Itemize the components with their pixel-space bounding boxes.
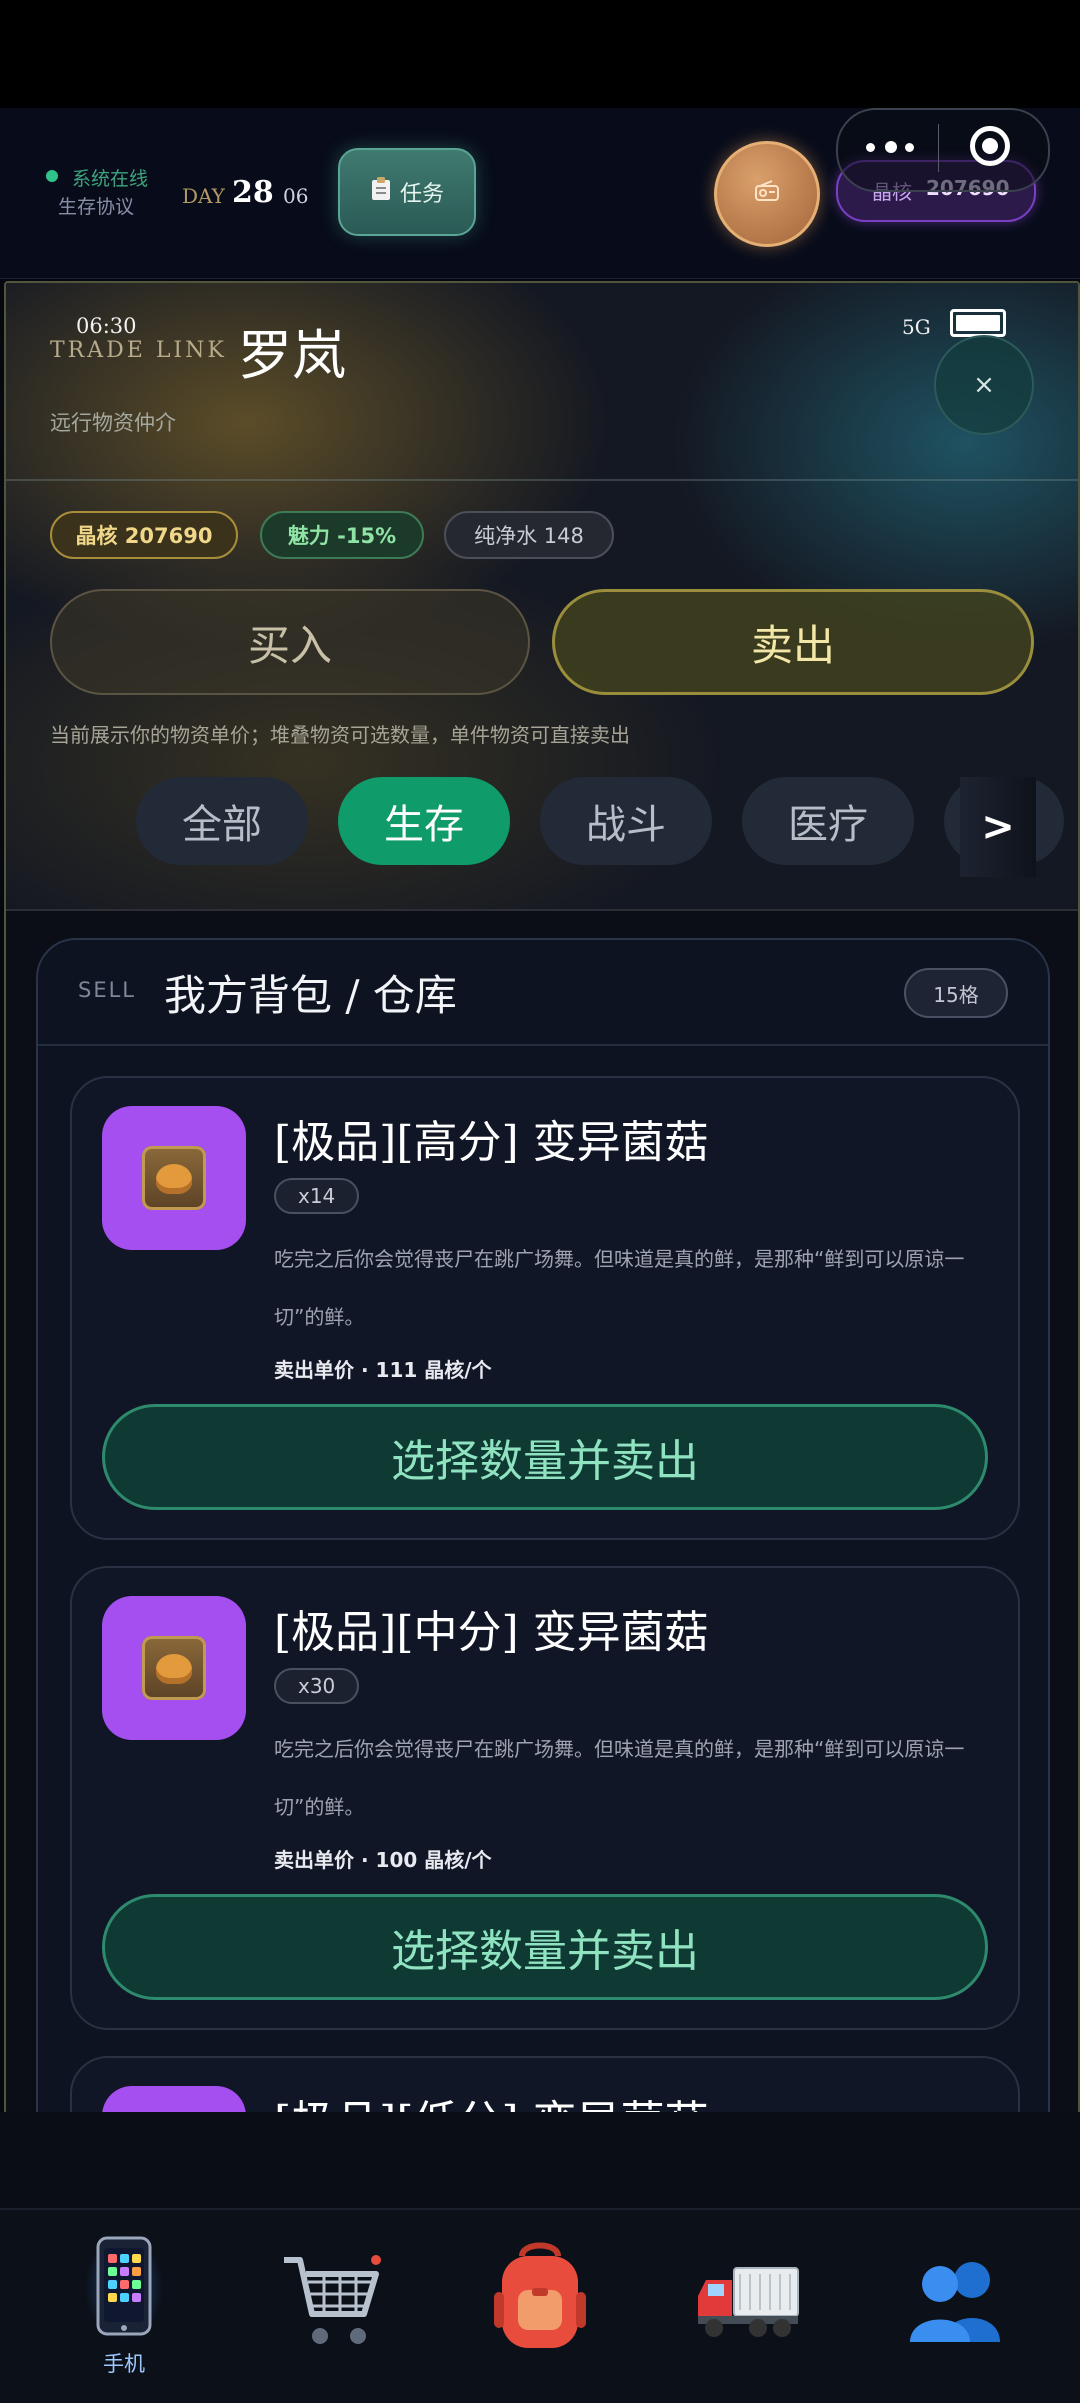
system-online-label: 系统在线: [72, 168, 149, 190]
item-card: [极品][中分] 变异菌菇 x30 吃完之后你会觉得丧尸在跳广场舞。但味道是真的…: [70, 1566, 1020, 2030]
category-scroll-arrow-icon[interactable]: >: [960, 777, 1036, 877]
day-sub: 06: [283, 184, 309, 208]
phone-icon: [96, 2236, 152, 2336]
sell-quantity-button[interactable]: 选择数量并卖出: [102, 1404, 988, 1510]
header-bottom-divider: [6, 909, 1078, 911]
item-name: [极品][中分] 变异菌菇: [274, 1607, 709, 1658]
npc-name: 罗岚: [238, 324, 346, 387]
mushroom-basket-icon: [102, 1106, 246, 1250]
item-price: 卖出单价 · 111 晶核/个: [274, 1358, 492, 1382]
header-divider: [6, 479, 1078, 481]
sell-quantity-button[interactable]: 选择数量并卖出: [102, 1894, 988, 2000]
network-label: 5G: [902, 315, 931, 339]
item-desc: 吃完之后你会觉得丧尸在跳广场舞。但味道是真的鲜，是那种“鲜到可以原谅一切”的鲜。: [274, 1737, 965, 1819]
nav-label-phone: 手机: [103, 2352, 145, 2376]
item-price: 卖出单价 · 100 晶核/个: [274, 1848, 492, 1872]
mushroom-basket-icon: [102, 2086, 246, 2113]
buy-tab[interactable]: 买入: [50, 589, 530, 695]
people-icon: [910, 2262, 1000, 2342]
inventory-card: SELL 我方背包 / 仓库 15格 [极品][高分] 变异菌菇 x14 吃完之…: [36, 938, 1050, 2113]
day-label: DAY: [182, 184, 225, 208]
item-card: [极品][低分] 变异菌菇: [70, 2056, 1020, 2113]
close-button[interactable]: ×: [934, 335, 1034, 435]
inventory-divider: [38, 1044, 1048, 1046]
task-button[interactable]: 任务: [338, 148, 476, 236]
category-all[interactable]: 全部: [136, 777, 308, 865]
clock-time: 06:30: [76, 314, 137, 338]
charm-chip: 魅力 -15%: [260, 511, 424, 559]
survival-protocol-label: 生存协议: [58, 196, 135, 218]
item-desc: 吃完之后你会觉得丧尸在跳广场舞。但味道是真的鲜，是那种“鲜到可以原谅一切”的鲜。: [274, 1247, 965, 1329]
item-card: [极品][高分] 变异菌菇 x14 吃完之后你会觉得丧尸在跳广场舞。但味道是真的…: [70, 1076, 1020, 1540]
radio-button[interactable]: [714, 141, 820, 247]
capsule-divider: [938, 124, 939, 172]
clipboard-icon: [370, 176, 392, 208]
battery-icon: [950, 309, 1006, 337]
item-qty: x14: [274, 1178, 360, 1214]
core-chip: 晶核 207690: [50, 511, 238, 559]
mode-hint: 当前展示你的物资单价；堆叠物资可选数量，单件物资可直接卖出: [50, 723, 630, 747]
slots-badge: 15格: [904, 968, 1008, 1018]
radio-icon: [754, 179, 780, 209]
panel-footer: [0, 2112, 1080, 2208]
sell-tag: SELL: [78, 978, 136, 1002]
more-icon[interactable]: [866, 136, 914, 158]
water-chip: 纯净水 148: [444, 511, 614, 559]
category-survival[interactable]: 生存: [338, 777, 510, 865]
nav-item-shop[interactable]: [224, 2210, 440, 2403]
trade-panel: 06:30 TRADE LINK 罗岚 远行物资仲介 5G × 晶核 20769…: [4, 281, 1080, 2115]
shopping-cart-icon: [284, 2255, 381, 2344]
category-medical[interactable]: 医疗: [742, 777, 914, 865]
npc-role: 远行物资仲介: [50, 411, 176, 435]
nav-item-truck[interactable]: [640, 2210, 856, 2403]
status-bar: [0, 0, 1080, 108]
nav-item-backpack[interactable]: [432, 2210, 648, 2403]
item-qty: x30: [274, 1668, 360, 1704]
category-combat[interactable]: 战斗: [540, 777, 712, 865]
brand-label: TRADE LINK: [50, 338, 227, 363]
item-name: [极品][高分] 变异菌菇: [274, 1117, 709, 1168]
truck-icon: [698, 2267, 799, 2337]
close-mini-program-icon[interactable]: [970, 126, 1010, 166]
backpack-icon: [494, 2242, 586, 2348]
nav-item-team[interactable]: [848, 2210, 1064, 2403]
sell-tab[interactable]: 卖出: [552, 589, 1034, 695]
mushroom-basket-icon: [102, 1596, 246, 1740]
inventory-title: 我方背包 / 仓库: [164, 971, 457, 1020]
online-dot-icon: [46, 170, 58, 182]
bottom-nav: 手机: [0, 2208, 1080, 2403]
day-number: 28: [232, 175, 274, 210]
task-label: 任务: [399, 182, 444, 207]
item-name: [极品][低分] 变异菌菇: [274, 2086, 709, 2113]
nav-item-phone[interactable]: 手机: [16, 2210, 232, 2403]
